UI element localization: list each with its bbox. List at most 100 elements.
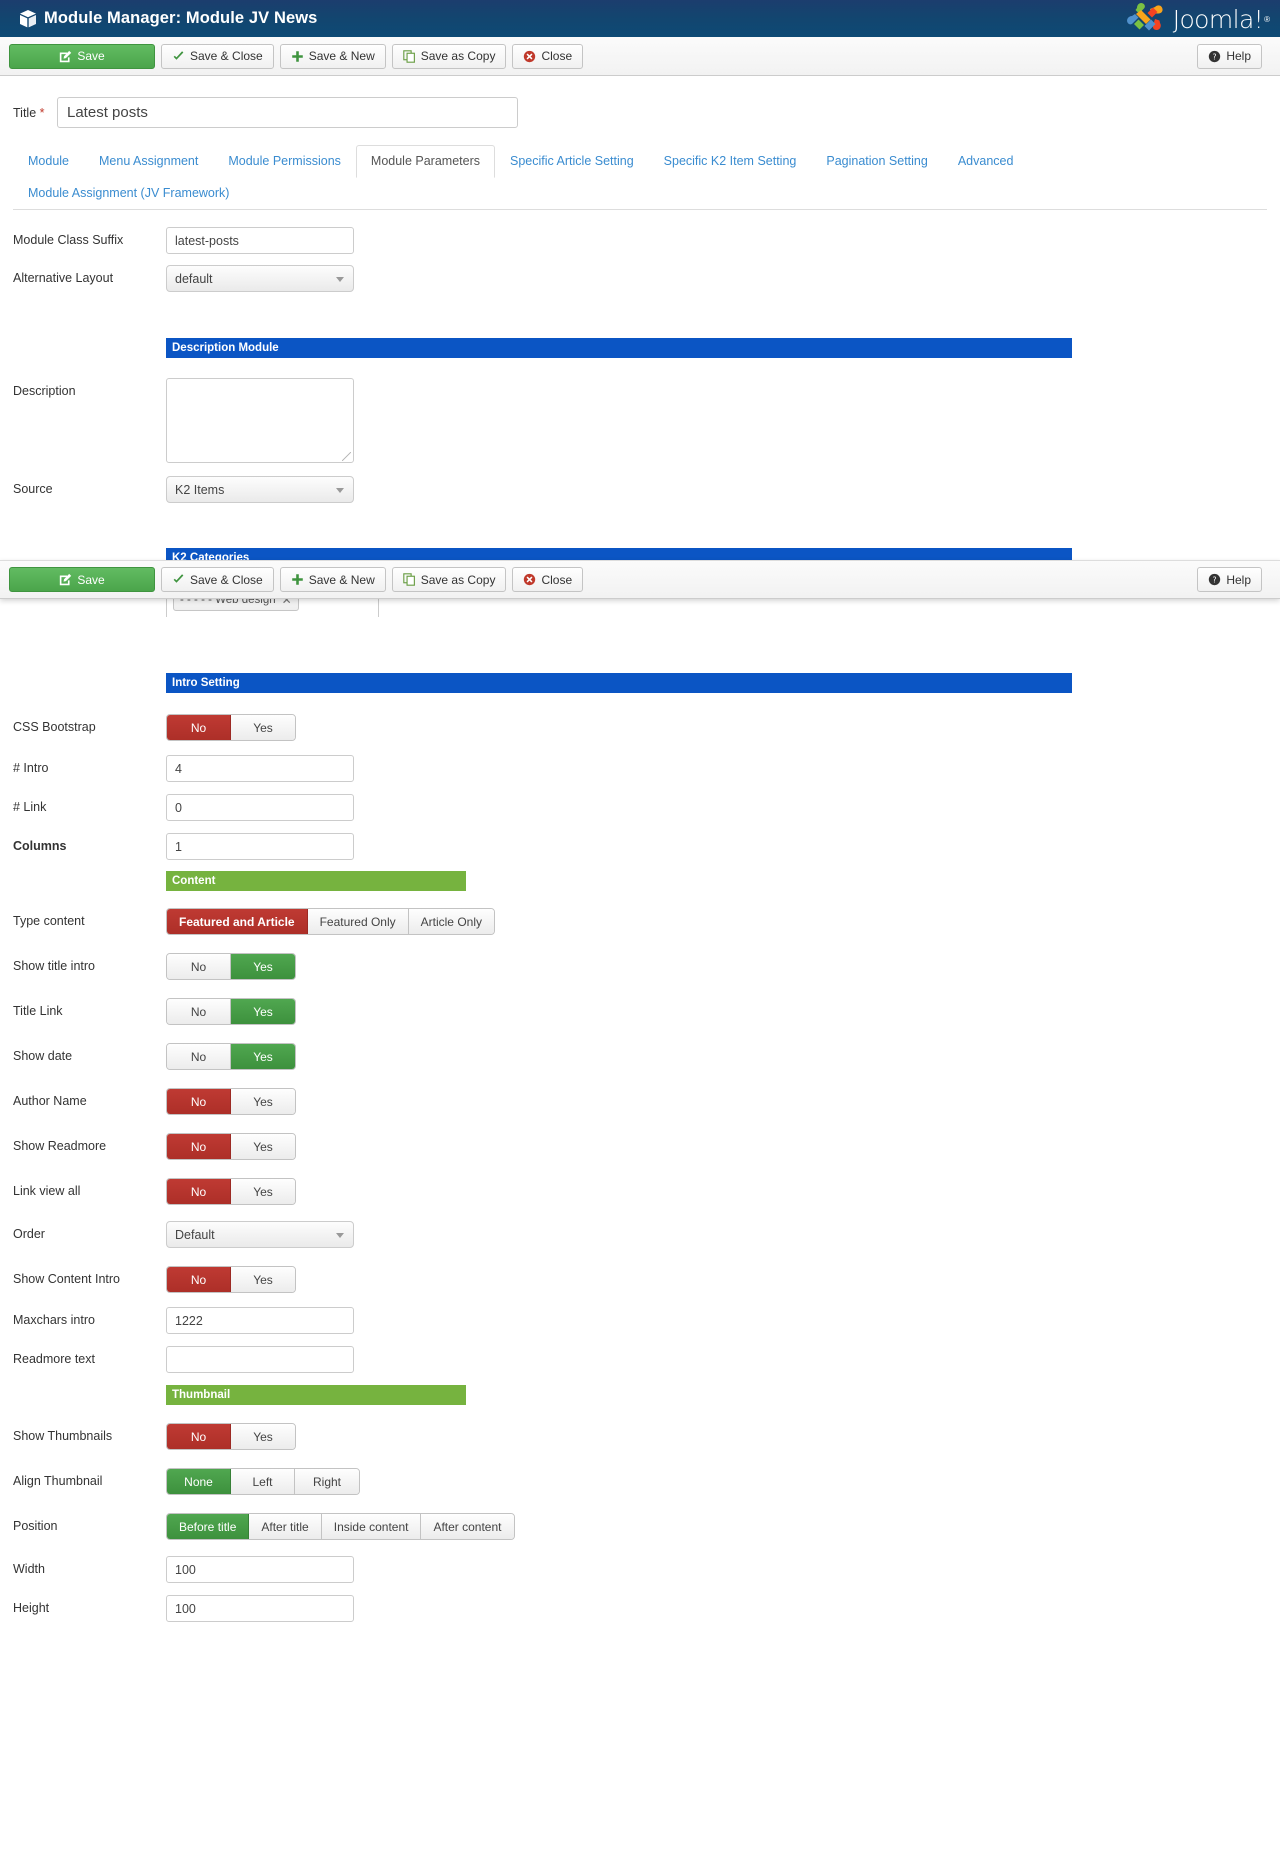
alternative-layout-select[interactable]: default [166, 265, 354, 292]
field-show-content-intro: Show Content Intro No Yes [13, 1266, 1267, 1293]
field-width: Width [13, 1556, 1267, 1583]
tab-specific-article-setting[interactable]: Specific Article Setting [495, 145, 649, 178]
link-view-all-no[interactable]: No [167, 1179, 231, 1204]
show-thumbnails-yes[interactable]: Yes [231, 1424, 295, 1449]
tab-pagination-setting[interactable]: Pagination Setting [811, 145, 942, 178]
title-input[interactable] [57, 97, 518, 128]
save-new-button-floating[interactable]: Save & New [279, 567, 386, 592]
help-button-floating[interactable]: ? Help [1197, 567, 1262, 592]
num-link-input[interactable] [166, 794, 354, 821]
source-label: Source [13, 482, 53, 496]
tab-module-parameters[interactable]: Module Parameters [355, 145, 495, 178]
tab-module-assignment-jv[interactable]: Module Assignment (JV Framework) [13, 177, 244, 210]
field-module-class-suffix: Module Class Suffix [13, 227, 1267, 254]
save-close-button-floating[interactable]: Save & Close [161, 567, 274, 592]
module-parameters-panel: Module Class Suffix Alternative Layout d… [0, 227, 1280, 1622]
tab-module-permissions[interactable]: Module Permissions [213, 145, 356, 178]
width-input[interactable] [166, 1556, 354, 1583]
show-thumbnails-toggle[interactable]: No Yes [166, 1423, 296, 1450]
module-class-suffix-input[interactable] [166, 227, 354, 254]
field-show-date: Show date No Yes [13, 1043, 1267, 1070]
align-thumbnail-none[interactable]: None [167, 1469, 231, 1494]
title-row: Title * [13, 97, 1280, 128]
css-bootstrap-no[interactable]: No [167, 715, 231, 740]
css-bootstrap-yes[interactable]: Yes [231, 715, 295, 740]
show-content-intro-yes[interactable]: Yes [231, 1267, 295, 1292]
show-title-intro-no[interactable]: No [167, 954, 231, 979]
plus-icon [291, 573, 304, 586]
author-name-toggle[interactable]: No Yes [166, 1088, 296, 1115]
align-thumbnail-left[interactable]: Left [231, 1469, 295, 1494]
save-button-floating[interactable]: Save [9, 567, 155, 592]
type-content-option-featured-only[interactable]: Featured Only [307, 909, 409, 934]
position-after-content[interactable]: After content [421, 1514, 514, 1539]
source-select[interactable]: K2 Items [166, 476, 354, 503]
readmore-text-label: Readmore text [13, 1352, 95, 1366]
author-name-no[interactable]: No [167, 1089, 231, 1114]
show-readmore-no[interactable]: No [167, 1134, 231, 1159]
tab-module[interactable]: Module [13, 145, 84, 178]
source-value: K2 Items [175, 482, 225, 497]
type-content-option-article-only[interactable]: Article Only [408, 909, 494, 934]
show-date-label: Show date [13, 1049, 73, 1063]
show-readmore-toggle[interactable]: No Yes [166, 1133, 296, 1160]
close-label: Close [541, 49, 573, 63]
description-label: Description [13, 384, 76, 398]
close-button-floating[interactable]: Close [512, 567, 584, 592]
title-link-no[interactable]: No [167, 999, 231, 1024]
title-link-toggle[interactable]: No Yes [166, 998, 296, 1025]
link-view-all-yes[interactable]: Yes [231, 1179, 295, 1204]
type-content-toggle[interactable]: Featured and Article Featured Only Artic… [166, 908, 495, 935]
show-readmore-yes[interactable]: Yes [231, 1134, 295, 1159]
save-button[interactable]: Save [9, 43, 155, 69]
columns-input[interactable] [166, 833, 354, 860]
position-before-title[interactable]: Before title [167, 1514, 250, 1539]
readmore-text-input[interactable] [166, 1346, 354, 1373]
save-new-button[interactable]: Save & New [279, 43, 386, 69]
field-columns: Columns [13, 833, 1267, 860]
maxchars-intro-input[interactable] [166, 1307, 354, 1334]
description-textarea[interactable] [166, 378, 354, 463]
css-bootstrap-toggle[interactable]: No Yes [166, 714, 296, 741]
order-select[interactable]: Default [166, 1221, 354, 1248]
tab-menu-assignment[interactable]: Menu Assignment [84, 145, 213, 178]
show-date-toggle[interactable]: No Yes [166, 1043, 296, 1070]
show-thumbnails-no[interactable]: No [167, 1424, 231, 1449]
field-show-title-intro: Show title intro No Yes [13, 953, 1267, 980]
tab-advanced[interactable]: Advanced [943, 145, 1029, 178]
show-date-no[interactable]: No [167, 1044, 231, 1069]
css-bootstrap-label: CSS Bootstrap [13, 720, 96, 734]
check-icon [172, 573, 185, 586]
show-title-intro-yes[interactable]: Yes [231, 954, 295, 979]
save-copy-button[interactable]: Save as Copy [391, 43, 507, 69]
show-title-intro-toggle[interactable]: No Yes [166, 953, 296, 980]
close-button[interactable]: Close [512, 43, 584, 69]
align-thumbnail-right[interactable]: Right [295, 1469, 359, 1494]
show-content-intro-toggle[interactable]: No Yes [166, 1266, 296, 1293]
field-readmore-text: Readmore text [13, 1346, 1267, 1373]
title-link-yes[interactable]: Yes [231, 999, 295, 1024]
help-button[interactable]: ? Help [1197, 43, 1262, 69]
align-thumbnail-toggle[interactable]: None Left Right [166, 1468, 360, 1495]
save-copy-button-floating[interactable]: Save as Copy [391, 567, 507, 592]
tab-specific-k2-item-setting[interactable]: Specific K2 Item Setting [649, 145, 812, 178]
show-content-intro-no[interactable]: No [167, 1267, 231, 1292]
show-date-yes[interactable]: Yes [231, 1044, 295, 1069]
save-close-button[interactable]: Save & Close [161, 43, 274, 69]
width-label: Width [13, 1562, 45, 1576]
position-inside-content[interactable]: Inside content [321, 1514, 422, 1539]
position-after-title[interactable]: After title [249, 1514, 322, 1539]
author-name-yes[interactable]: Yes [231, 1089, 295, 1114]
height-input[interactable] [166, 1595, 354, 1622]
chevron-down-icon [336, 487, 344, 493]
plus-icon [291, 50, 304, 63]
type-content-option-featured-and-article[interactable]: Featured and Article [167, 909, 308, 934]
thumbnail-header: Thumbnail [166, 1385, 466, 1405]
num-intro-input[interactable] [166, 755, 354, 782]
link-view-all-toggle[interactable]: No Yes [166, 1178, 296, 1205]
height-label: Height [13, 1601, 50, 1615]
resize-grip-icon[interactable] [342, 452, 351, 461]
position-toggle[interactable]: Before title After title Inside content … [166, 1513, 515, 1540]
